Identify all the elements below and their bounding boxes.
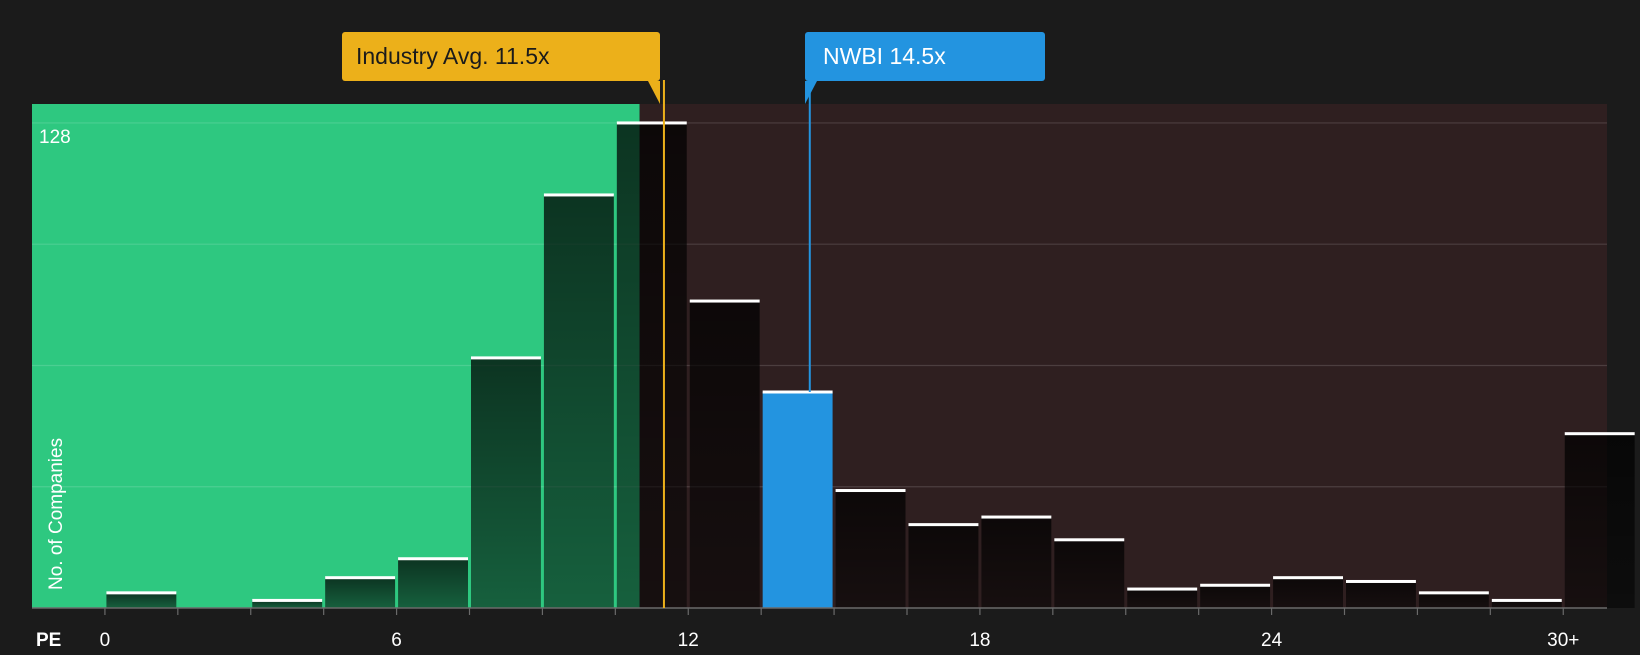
histogram-bar [908, 524, 979, 608]
histogram-bar [616, 122, 687, 609]
bar-cap [1564, 432, 1635, 436]
bar-cap [1418, 591, 1489, 595]
y-axis-label: No. of Companies [46, 438, 67, 590]
histogram-bar [1127, 589, 1198, 608]
industry-average-label: Industry Avg. 11.5x [356, 43, 550, 69]
x-tick-label: 18 [969, 630, 990, 650]
pe-distribution-chart: 0 6 12 18 24 30+ PE 128 No. of Companies Industry… [0, 0, 1640, 651]
bar-cap [398, 557, 468, 561]
bar-cap [252, 598, 323, 602]
bar-cap [1054, 538, 1125, 542]
bar-cap [908, 523, 979, 527]
histogram-bar [106, 592, 177, 608]
bar-cap [543, 193, 614, 197]
chart-svg: 0 6 12 18 24 30+ PE 128 No. of Companies Industry… [32, 32, 1635, 651]
bar-cap [106, 591, 177, 595]
histogram-bar [471, 357, 541, 608]
bar-cap [1491, 598, 1562, 602]
bar-cap [1200, 583, 1271, 587]
x-tick-label: 30+ [1547, 630, 1579, 650]
x-tick-label: 0 [100, 630, 111, 650]
y-tick-label: 128 [39, 127, 71, 148]
bar-cap [835, 489, 906, 493]
histogram-bar [689, 301, 760, 608]
bar-cap [762, 390, 833, 394]
histogram-bar [398, 558, 468, 608]
bar-cap [981, 515, 1052, 519]
bar-cap [1273, 576, 1343, 580]
bar-cap [1127, 587, 1198, 591]
industry-average-pointer [648, 81, 660, 104]
histogram-bar [981, 517, 1052, 608]
histogram-bar [1418, 592, 1489, 608]
x-tick-label: 6 [391, 630, 402, 650]
histogram-bar [835, 490, 906, 608]
x-tick-label: 24 [1261, 630, 1283, 650]
bar-cap [471, 356, 541, 360]
bar-cap [1346, 579, 1416, 583]
bar-cap [616, 121, 687, 125]
bar-cap [689, 299, 760, 303]
x-tick-label: 12 [678, 630, 699, 650]
bar-cap [325, 576, 396, 580]
histogram-bar [1054, 539, 1125, 608]
histogram-bar [1346, 581, 1416, 608]
company-label: NWBI 14.5x [823, 43, 946, 69]
histogram-bar [1273, 577, 1343, 608]
histogram-bar [1564, 433, 1635, 608]
x-axis-label: PE [36, 630, 61, 650]
company-label-pointer [805, 81, 817, 104]
histogram-bar [543, 194, 614, 608]
highlighted-bar [762, 392, 833, 608]
histogram-bar [325, 577, 396, 608]
histogram-bar [1200, 585, 1271, 608]
